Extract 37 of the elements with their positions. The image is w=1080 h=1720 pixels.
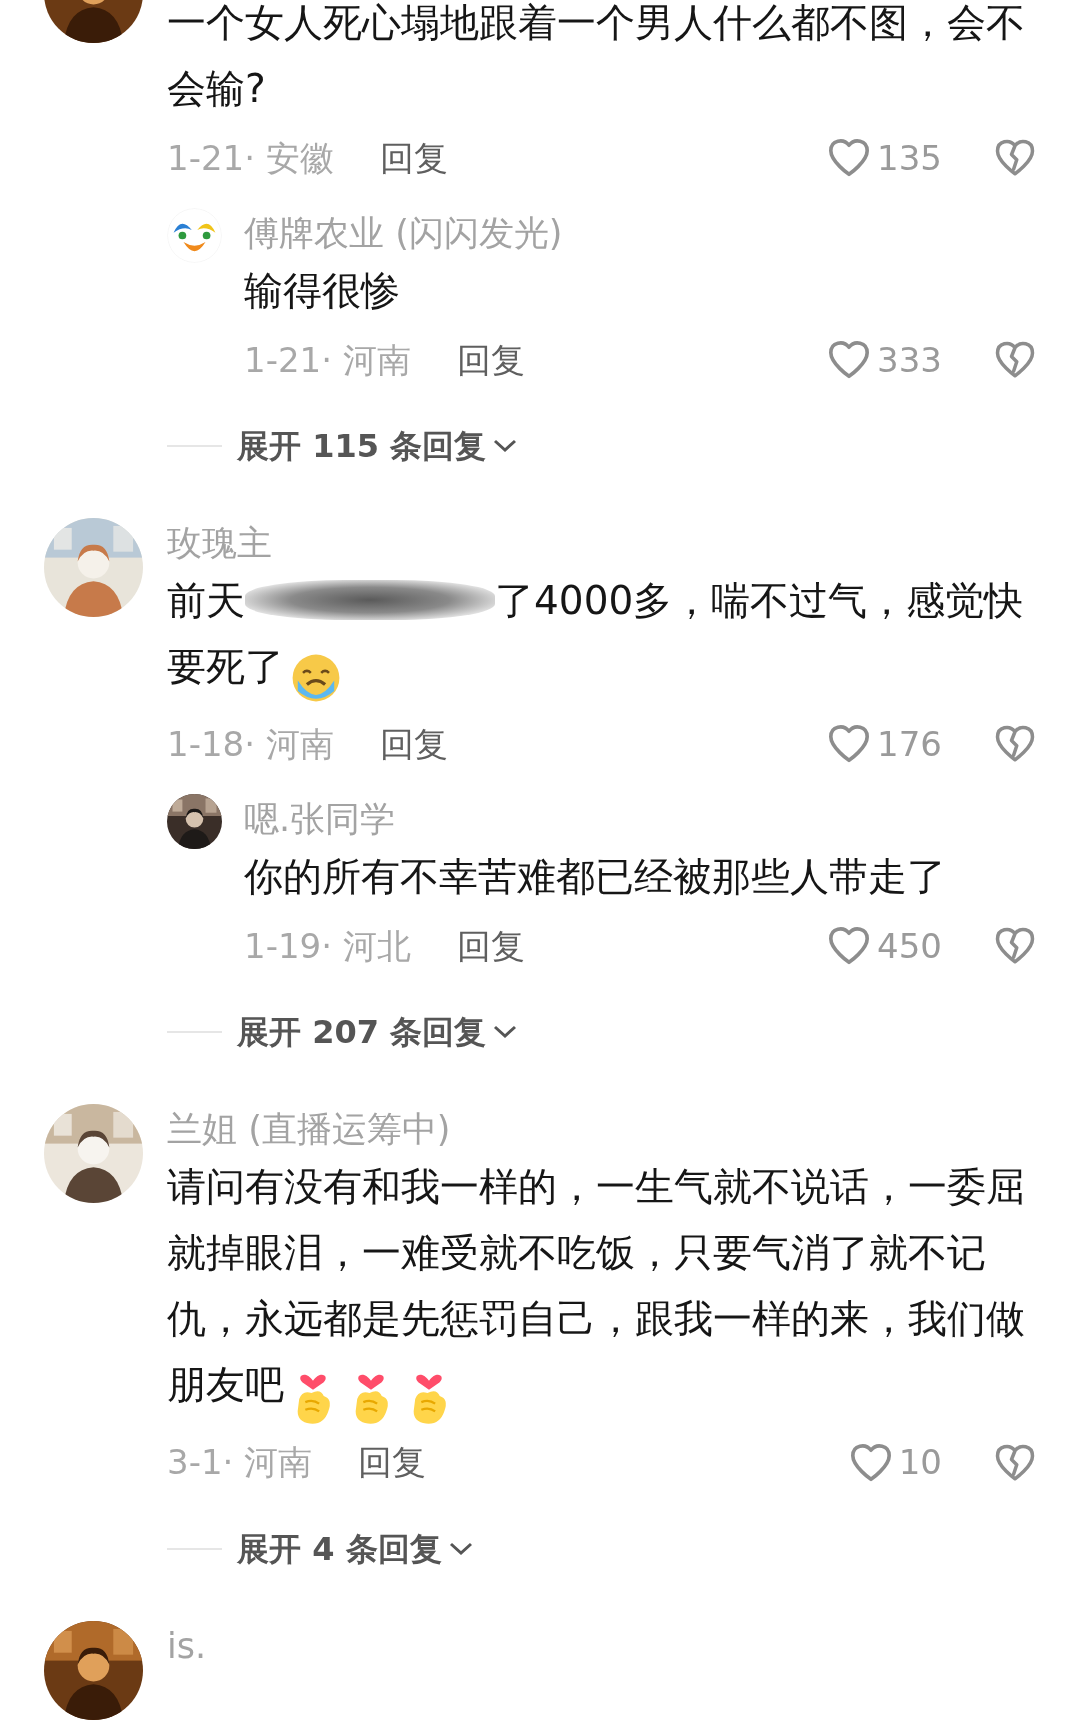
date-location: 1-21· 安徽 (167, 136, 334, 180)
comment-text: 前天 了4000多，喘不过气，感觉快要死了 (167, 568, 1036, 708)
like-count: 135 (877, 136, 942, 180)
chevron-down-icon (492, 1024, 519, 1040)
comment-text: 请问有没有和我一样的，一生气就不说话，一委屈就掉眼泪，一难受就不吃饭，只要气消了就不记仇，永远都是先惩罚自己，跟我一样的来，我们做朋友吧 (167, 1154, 1036, 1427)
heart-icon[interactable] (827, 926, 872, 966)
reply-link[interactable]: 回复 (358, 1437, 427, 1488)
date-location: 3-1· 河南 (167, 1441, 313, 1484)
comment-text: 一个女人死心塌地跟着一个男人什么都不图，会不会输? (167, 0, 1026, 113)
like-count: 450 (877, 924, 942, 968)
author-name: 玫瑰主 (167, 522, 273, 565)
chevron-down-icon (447, 1540, 474, 1557)
expand-replies-button[interactable]: 展开 115 条回复 (237, 422, 519, 470)
reply-link[interactable]: 回复 (379, 718, 448, 770)
reply-link[interactable]: 回复 (379, 132, 448, 184)
expand-replies-button[interactable]: 展开 207 条回复 (237, 1008, 519, 1056)
author-name: 傅牌农业 (闪闪发光) (244, 212, 564, 255)
expand-replies-button[interactable]: 展开 4 条回复 (237, 1524, 474, 1573)
reply-link[interactable]: 回复 (456, 334, 525, 386)
author-name: is. (167, 1624, 208, 1668)
heart-icon[interactable] (848, 1442, 893, 1483)
comment-text: 你的所有不幸苦难都已经被那些人带走了 (244, 853, 947, 901)
heart-icon[interactable] (827, 724, 872, 764)
like-count: 10 (898, 1441, 942, 1484)
heart-icon[interactable] (827, 340, 872, 380)
like-count: 176 (877, 722, 942, 766)
logo-icon (167, 208, 222, 263)
author-name: 嗯.张同学 (244, 798, 397, 841)
date-location: 1-21· 河南 (244, 338, 411, 382)
date-location: 1-18· 河南 (167, 722, 334, 766)
chevron-down-icon (492, 438, 519, 454)
comment-text: 输得很惨 (244, 267, 401, 315)
date-location: 1-19· 河北 (244, 924, 411, 968)
like-count: 333 (877, 338, 942, 382)
heart-icon[interactable] (827, 138, 872, 178)
reply-link[interactable]: 回复 (456, 920, 525, 972)
author-name: 兰姐 (直播运筹中) (167, 1108, 452, 1151)
